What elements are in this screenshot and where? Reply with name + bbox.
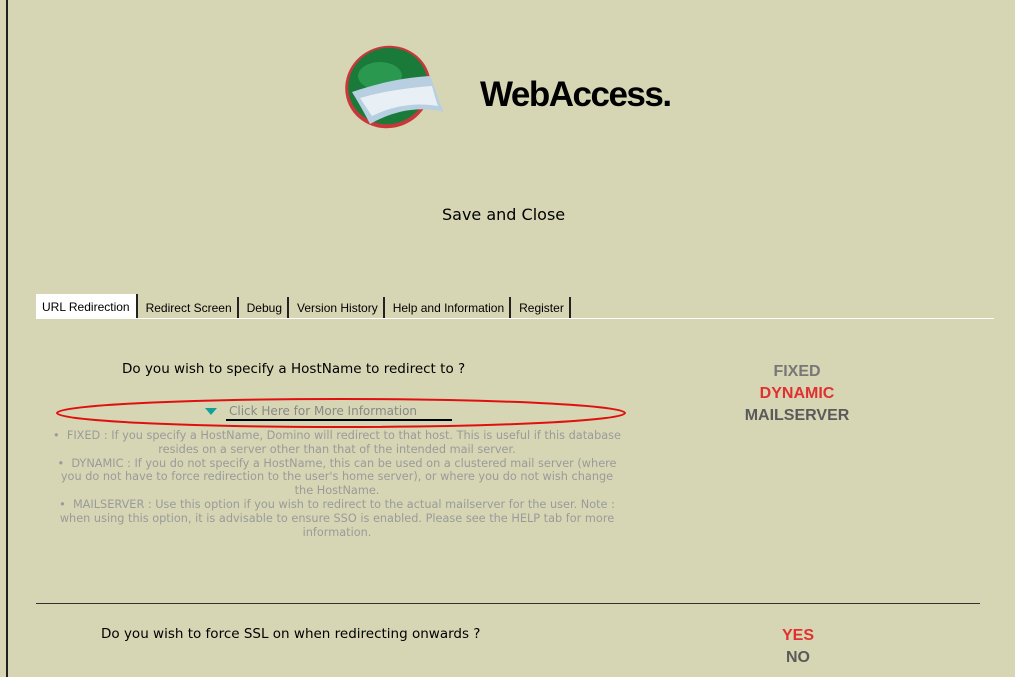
tab-version-history[interactable]: Version History xyxy=(292,297,385,319)
section-divider xyxy=(36,603,980,604)
tab-bar: URL Redirection Redirect Screen Debug Ve… xyxy=(36,293,574,319)
link-underline xyxy=(226,419,452,421)
window-left-border xyxy=(6,0,8,677)
more-information-label[interactable]: Click Here for More Information xyxy=(229,404,417,418)
info-item-dynamic: • DYNAMIC : If you do not specify a Host… xyxy=(57,456,617,498)
ssl-options: YES NO xyxy=(758,625,838,669)
hostname-question: Do you wish to specify a HostName to red… xyxy=(122,361,466,377)
expand-triangle-icon[interactable] xyxy=(205,408,217,415)
redirection-info-list: • FIXED : If you specify a HostName, Dom… xyxy=(52,429,622,539)
tab-redirect-screen[interactable]: Redirect Screen xyxy=(140,297,239,319)
ssl-question: Do you wish to force SSL on when redirec… xyxy=(101,626,481,642)
tab-debug[interactable]: Debug xyxy=(241,297,290,319)
info-item-fixed: • FIXED : If you specify a HostName, Dom… xyxy=(52,429,622,456)
option-mailserver[interactable]: MAILSERVER xyxy=(712,405,882,427)
option-no[interactable]: NO xyxy=(758,647,838,669)
save-and-close-button[interactable]: Save and Close xyxy=(442,205,565,224)
tab-help-and-information[interactable]: Help and Information xyxy=(387,297,512,319)
webaccess-logo-icon xyxy=(340,40,450,132)
tab-url-redirection[interactable]: URL Redirection xyxy=(36,294,138,319)
info-item-mailserver: • MAILSERVER : Use this option if you wi… xyxy=(59,497,615,539)
tab-divider xyxy=(36,318,994,319)
tab-register[interactable]: Register xyxy=(514,297,571,319)
brand-title: WebAccess. xyxy=(480,75,672,114)
redirect-mode-options: FIXED DYNAMIC MAILSERVER xyxy=(712,361,882,427)
option-fixed[interactable]: FIXED xyxy=(712,361,882,383)
option-dynamic[interactable]: DYNAMIC xyxy=(712,383,882,405)
option-yes[interactable]: YES xyxy=(758,625,838,647)
more-information-link[interactable]: Click Here for More Information xyxy=(205,404,417,418)
